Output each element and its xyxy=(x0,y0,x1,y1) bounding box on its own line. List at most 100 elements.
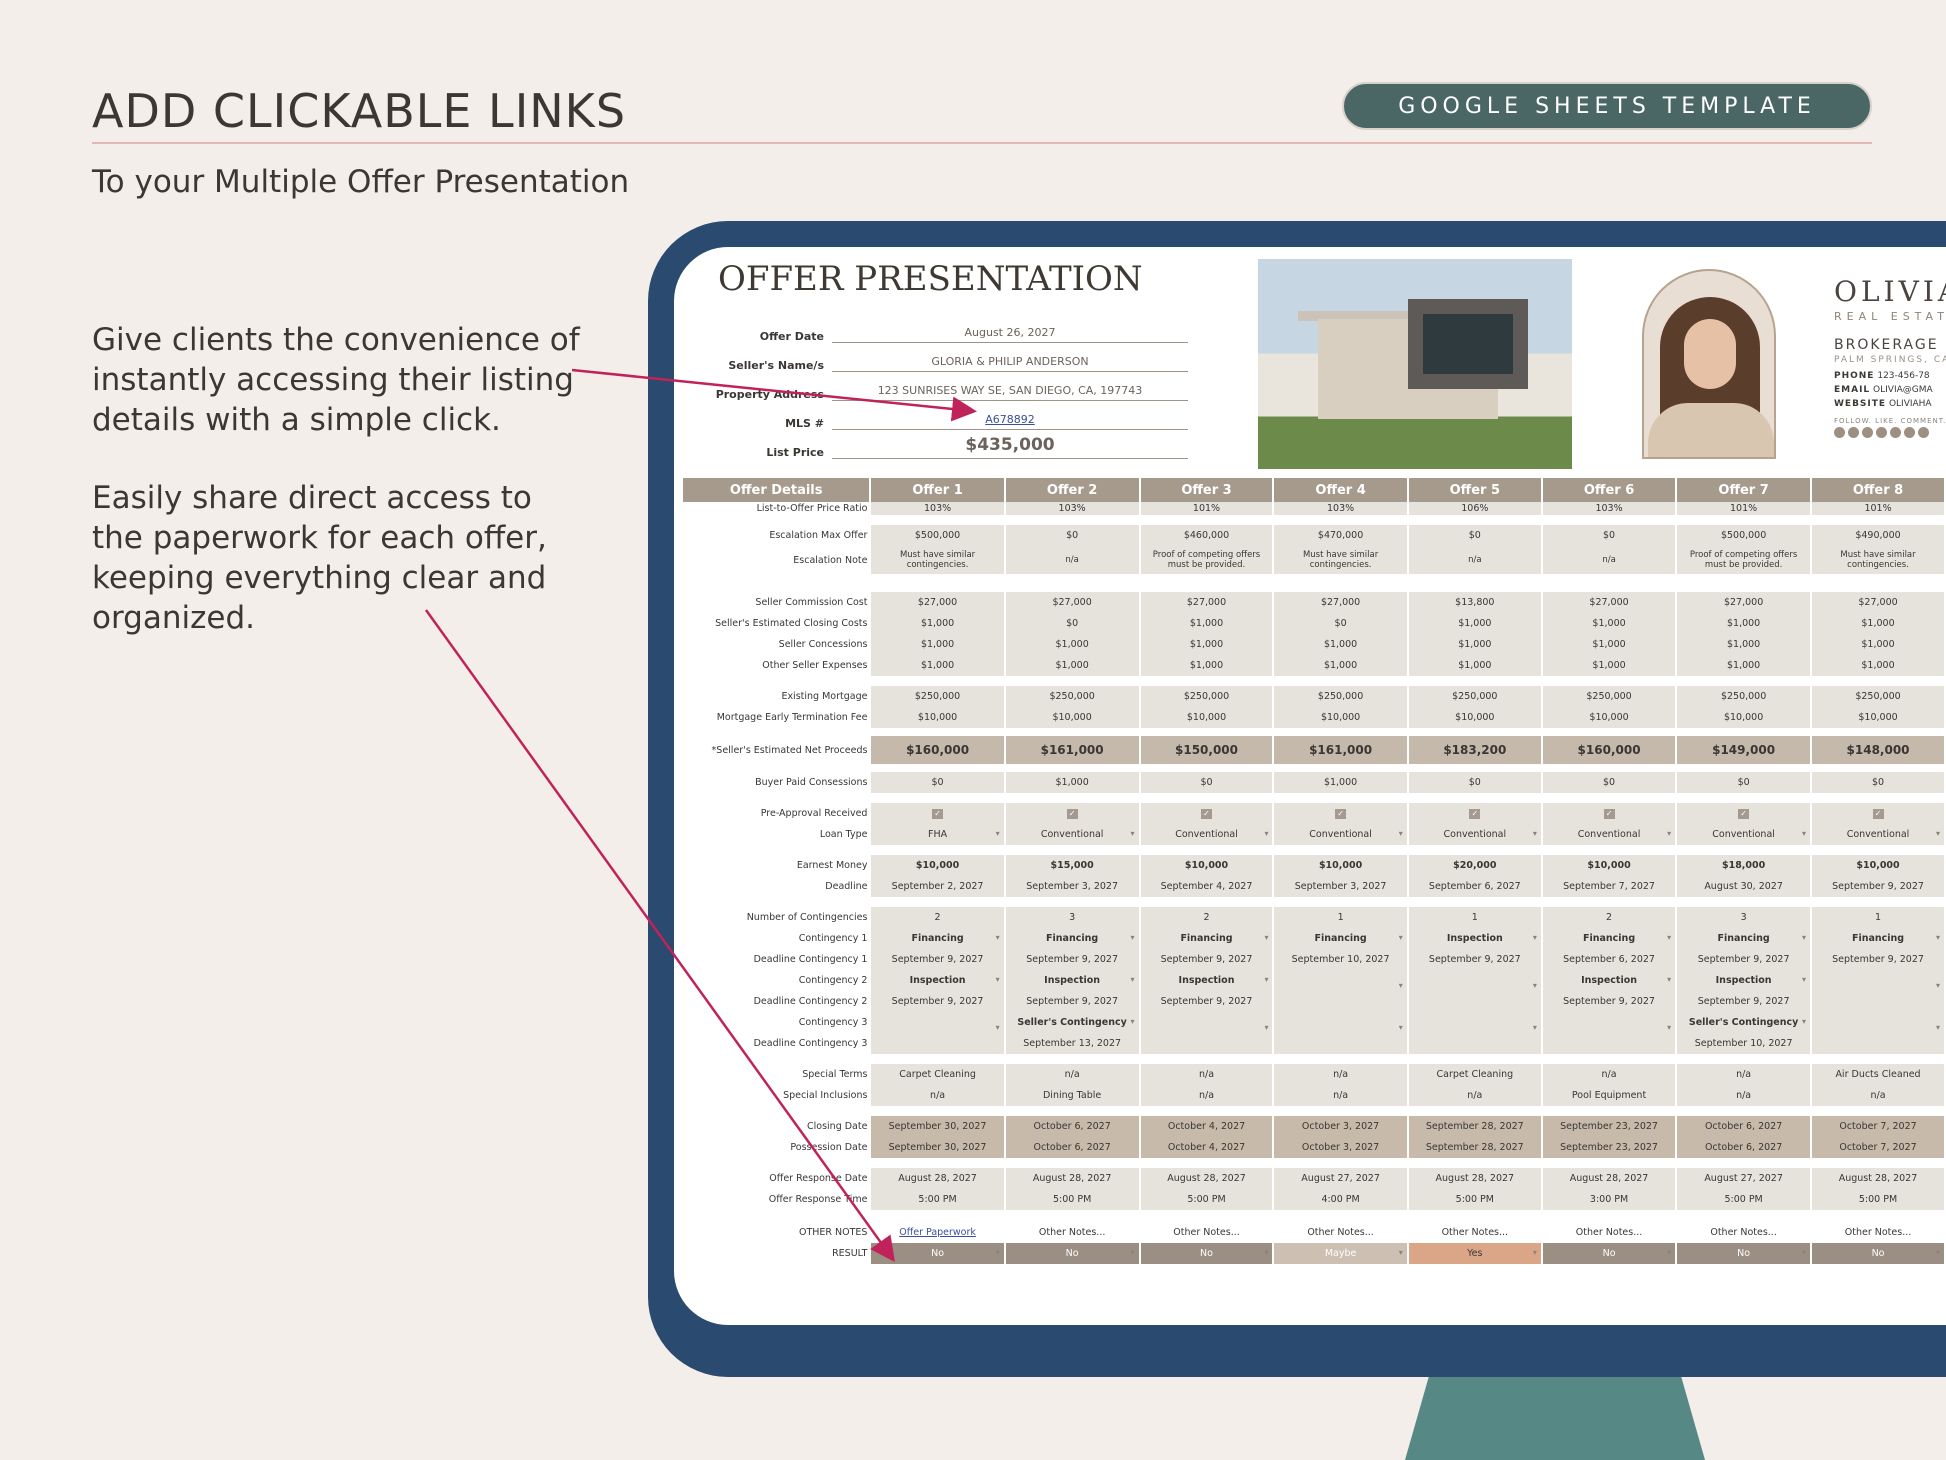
column-header[interactable]: Offer Details xyxy=(683,478,870,502)
cell-cont3[interactable] xyxy=(1542,1012,1676,1033)
cell-early-term[interactable]: $10,000 xyxy=(1005,707,1139,728)
cell-closing-date[interactable]: October 6, 2027 xyxy=(1005,1116,1139,1137)
cell-dl-cont2[interactable] xyxy=(1812,991,1944,1012)
cell-possession[interactable]: September 30, 2027 xyxy=(871,1137,1004,1158)
cell-special-incl[interactable]: n/a xyxy=(1408,1085,1541,1106)
cell-early-term[interactable]: $10,000 xyxy=(871,707,1004,728)
cell-num-cont[interactable]: 2 xyxy=(871,907,1004,928)
cell-mortgage[interactable]: $250,000 xyxy=(1677,686,1811,707)
cell-ltop[interactable]: 101% xyxy=(1140,502,1273,515)
cell-cont1[interactable]: Inspection xyxy=(1408,928,1541,949)
cell-dl-cont1[interactable]: September 10, 2027 xyxy=(1274,949,1407,970)
cell-other-exp[interactable]: $1,000 xyxy=(871,655,1004,676)
cell-esc-note[interactable]: Proof of competing offers must be provid… xyxy=(1140,546,1273,574)
cell-mortgage[interactable]: $250,000 xyxy=(1005,686,1139,707)
cell-buyer-conc[interactable]: $0 xyxy=(1408,772,1541,793)
cell-buyer-conc[interactable]: $0 xyxy=(1542,772,1676,793)
cell-resp-date[interactable]: August 28, 2027 xyxy=(1812,1168,1944,1189)
cell-cont2[interactable] xyxy=(1812,970,1944,991)
cell-resp-time[interactable]: 5:00 PM xyxy=(1005,1189,1139,1210)
cell-resp-date[interactable]: August 28, 2027 xyxy=(1408,1168,1541,1189)
cell-deadline[interactable]: September 6, 2027 xyxy=(1408,876,1541,897)
cell-num-cont[interactable]: 3 xyxy=(1005,907,1139,928)
cell-buyer-conc[interactable]: $0 xyxy=(1812,772,1944,793)
cell-result[interactable]: No xyxy=(1677,1243,1811,1264)
cell-dl-cont3[interactable] xyxy=(1274,1033,1407,1054)
cell-dl-cont1[interactable]: September 9, 2027 xyxy=(1812,949,1944,970)
cell-possession[interactable]: October 7, 2027 xyxy=(1812,1137,1944,1158)
checkbox-icon[interactable]: ✓ xyxy=(1335,809,1347,819)
cell-mortgage[interactable]: $250,000 xyxy=(1408,686,1541,707)
social-icon[interactable] xyxy=(1890,427,1901,438)
column-header[interactable]: Offer 6 xyxy=(1542,478,1676,502)
cell-special-incl[interactable]: n/a xyxy=(1812,1085,1944,1106)
cell-other-exp[interactable]: $1,000 xyxy=(1677,655,1811,676)
cell-cont3[interactable] xyxy=(871,1012,1004,1033)
column-header[interactable]: Offer 7 xyxy=(1677,478,1811,502)
cell-commission[interactable]: $27,000 xyxy=(1542,592,1676,613)
cell-commission[interactable]: $27,000 xyxy=(871,592,1004,613)
cell-deadline[interactable]: August 30, 2027 xyxy=(1677,876,1811,897)
cell-mortgage[interactable]: $250,000 xyxy=(1542,686,1676,707)
social-icon[interactable] xyxy=(1834,427,1845,438)
cell-esc-max[interactable]: $500,000 xyxy=(1677,525,1811,546)
cell-loan-type[interactable]: FHA xyxy=(871,824,1004,845)
cell-possession[interactable]: October 6, 2027 xyxy=(1677,1137,1811,1158)
cell-cont3[interactable]: Seller's Contingency xyxy=(1677,1012,1811,1033)
cell-earnest[interactable]: $10,000 xyxy=(1542,855,1676,876)
cell-commission[interactable]: $27,000 xyxy=(1140,592,1273,613)
cell-deadline[interactable]: September 3, 2027 xyxy=(1005,876,1139,897)
preapproval-checkbox[interactable]: ✓ xyxy=(1812,803,1944,824)
cell-dl-cont1[interactable]: September 9, 2027 xyxy=(871,949,1004,970)
cell-net[interactable]: $161,000 xyxy=(1274,736,1407,764)
preapproval-checkbox[interactable]: ✓ xyxy=(1677,803,1811,824)
cell-special-terms[interactable]: n/a xyxy=(1005,1064,1139,1085)
cell-result[interactable]: Yes xyxy=(1408,1243,1541,1264)
cell-cont2[interactable] xyxy=(1408,970,1541,991)
cell-special-terms[interactable]: n/a xyxy=(1677,1064,1811,1085)
offer-date-value[interactable]: August 26, 2027 xyxy=(832,326,1188,343)
cell-net[interactable]: $183,200 xyxy=(1408,736,1541,764)
cell-special-incl[interactable]: Dining Table xyxy=(1005,1085,1139,1106)
cell-buyer-conc[interactable]: $0 xyxy=(1140,772,1273,793)
cell-loan-type[interactable]: Conventional xyxy=(1812,824,1944,845)
cell-ltop[interactable]: 106% xyxy=(1408,502,1541,515)
cell-buyer-conc[interactable]: $0 xyxy=(871,772,1004,793)
cell-cont2[interactable]: Inspection xyxy=(1140,970,1273,991)
cell-concessions[interactable]: $1,000 xyxy=(1005,634,1139,655)
cell-earnest[interactable]: $10,000 xyxy=(871,855,1004,876)
cell-num-cont[interactable]: 3 xyxy=(1677,907,1811,928)
cell-closing-date[interactable]: October 3, 2027 xyxy=(1274,1116,1407,1137)
cell-commission[interactable]: $27,000 xyxy=(1274,592,1407,613)
cell-deadline[interactable]: September 4, 2027 xyxy=(1140,876,1273,897)
cell-esc-max[interactable]: $490,000 xyxy=(1812,525,1944,546)
cell-cont3[interactable]: Seller's Contingency xyxy=(1005,1012,1139,1033)
cell-num-cont[interactable]: 2 xyxy=(1140,907,1273,928)
cell-early-term[interactable]: $10,000 xyxy=(1542,707,1676,728)
cell-notes[interactable]: Other Notes... xyxy=(1812,1222,1944,1243)
cell-cont3[interactable] xyxy=(1408,1012,1541,1033)
cell-cont1[interactable]: Financing xyxy=(1542,928,1676,949)
cell-cont2[interactable]: Inspection xyxy=(1542,970,1676,991)
cell-esc-max[interactable]: $460,000 xyxy=(1140,525,1273,546)
cell-resp-date[interactable]: August 28, 2027 xyxy=(1005,1168,1139,1189)
cell-concessions[interactable]: $1,000 xyxy=(1677,634,1811,655)
cell-commission[interactable]: $27,000 xyxy=(1005,592,1139,613)
preapproval-checkbox[interactable]: ✓ xyxy=(1005,803,1139,824)
cell-dl-cont3[interactable] xyxy=(1542,1033,1676,1054)
cell-net[interactable]: $148,000 xyxy=(1812,736,1944,764)
cell-possession[interactable]: October 4, 2027 xyxy=(1140,1137,1273,1158)
cell-cont1[interactable]: Financing xyxy=(1140,928,1273,949)
list-price-value[interactable]: $435,000 xyxy=(832,435,1188,459)
cell-resp-date[interactable]: August 28, 2027 xyxy=(1140,1168,1273,1189)
cell-ltop[interactable]: 103% xyxy=(1005,502,1139,515)
cell-notes[interactable]: Other Notes... xyxy=(1140,1222,1273,1243)
cell-closing-costs[interactable]: $1,000 xyxy=(1408,613,1541,634)
cell-dl-cont3[interactable] xyxy=(1408,1033,1541,1054)
cell-dl-cont1[interactable]: September 9, 2027 xyxy=(1677,949,1811,970)
cell-net[interactable]: $160,000 xyxy=(1542,736,1676,764)
cell-loan-type[interactable]: Conventional xyxy=(1274,824,1407,845)
social-icon[interactable] xyxy=(1862,427,1873,438)
cell-dl-cont2[interactable] xyxy=(1408,991,1541,1012)
column-header[interactable]: Offer 8 xyxy=(1812,478,1944,502)
